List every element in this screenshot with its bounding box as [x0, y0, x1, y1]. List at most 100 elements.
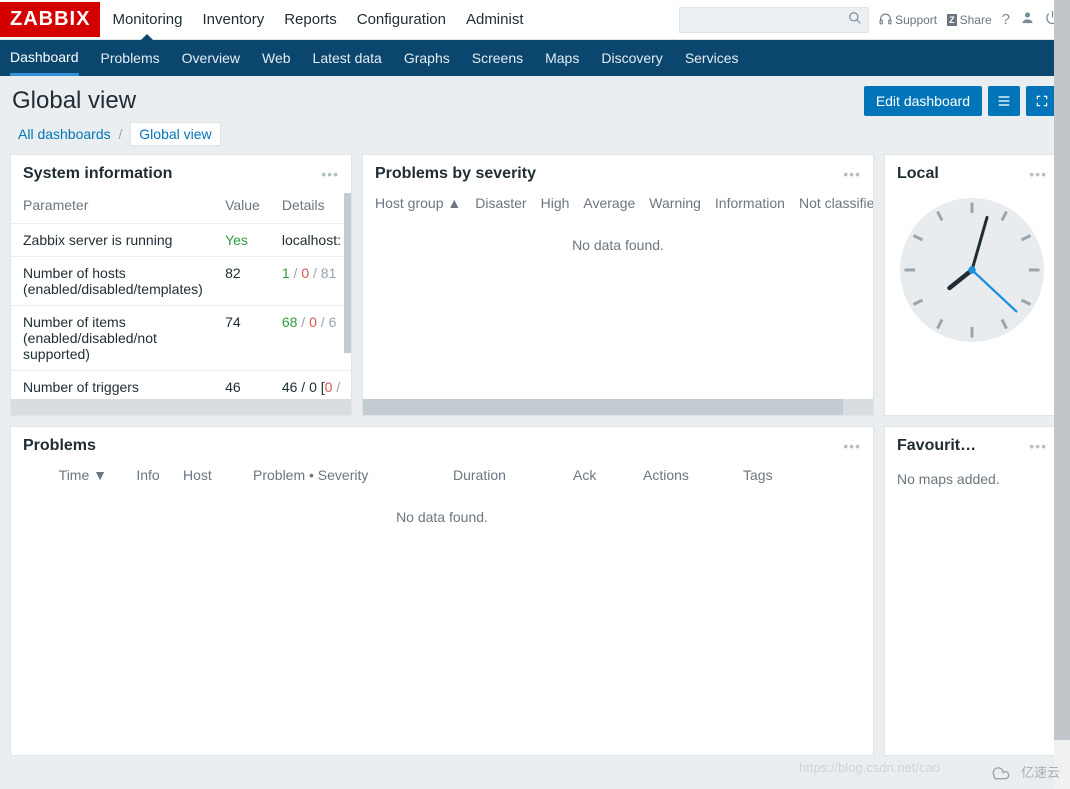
details-cell: localhost: [270, 224, 351, 257]
pcol-ack: Ack [573, 467, 643, 483]
clock [885, 191, 1059, 345]
sysinfo-title: System information [23, 165, 172, 183]
topnav-reports[interactable]: Reports [284, 0, 337, 39]
pbsev-hscroll-track[interactable] [363, 399, 873, 415]
details-cell: 68 / 0 / 6 [270, 306, 351, 371]
watermark: 亿速云 [987, 761, 1060, 781]
subnav-overview[interactable]: Overview [182, 40, 240, 76]
topnav: Monitoring Inventory Reports Configurati… [112, 0, 523, 39]
crumb-current[interactable]: Global view [130, 122, 220, 146]
problems-menu-icon[interactable]: ••• [843, 438, 861, 454]
problems-nodata: No data found. [11, 493, 873, 541]
pcol-problem-severity: Problem • Severity [253, 467, 453, 483]
search-input[interactable] [679, 7, 869, 33]
param-cell: Zabbix server is running [11, 224, 213, 257]
pbsev-title: Problems by severity [375, 165, 536, 183]
clock-icon [897, 195, 1047, 345]
search-icon [848, 11, 862, 29]
topbar: ZABBIX Monitoring Inventory Reports Conf… [0, 0, 1070, 40]
share-link[interactable]: Z Share [947, 13, 992, 27]
sysinfo-scrollbar[interactable] [344, 193, 351, 353]
pbsev-menu-icon[interactable]: ••• [843, 166, 861, 182]
sysinfo-hscroll-track[interactable] [11, 399, 351, 415]
fav-title: Favourit… [897, 437, 976, 455]
fav-menu-icon[interactable]: ••• [1029, 438, 1047, 454]
page-title: Global view [12, 87, 136, 115]
page-scrollbar-thumb[interactable] [1054, 0, 1070, 740]
param-cell: Number of hosts (enabled/disabled/templa… [11, 257, 213, 306]
subnav-discovery[interactable]: Discovery [601, 40, 662, 76]
topnav-administration[interactable]: Administ [466, 0, 524, 39]
watermark-url: https://blog.csdn.net/cao [799, 760, 940, 775]
pbsev-hscroll-thumb[interactable] [363, 399, 843, 415]
sysinfo-header-row: Parameter Value Details [11, 191, 351, 224]
edit-dashboard-button[interactable]: Edit dashboard [864, 86, 982, 116]
user-icon[interactable] [1020, 10, 1035, 29]
subnav-latestdata[interactable]: Latest data [313, 40, 382, 76]
pbsev-col-information: Information [715, 195, 785, 211]
widget-favourites: Favourit… ••• No maps added. [884, 426, 1060, 756]
pbsev-header-row: Host group ▲ Disaster High Average Warni… [363, 191, 873, 221]
crumb-sep: / [115, 126, 127, 142]
headset-icon [879, 13, 892, 26]
subnav-problems[interactable]: Problems [101, 40, 160, 76]
help-icon[interactable]: ? [1002, 11, 1010, 28]
pcol-time[interactable]: Time ▼ [23, 467, 113, 483]
subnav-services[interactable]: Services [685, 40, 739, 76]
support-link[interactable]: Support [879, 13, 937, 27]
pcol-info: Info [113, 467, 183, 483]
pbsev-nodata: No data found. [363, 221, 873, 269]
pbsev-col-notclassified: Not classifie [799, 195, 873, 211]
sysinfo-menu-icon[interactable]: ••• [321, 166, 339, 182]
widget-problems-severity: Problems by severity ••• Host group ▲ Di… [362, 154, 874, 416]
topbar-tools: Support Z Share ? [679, 7, 1060, 33]
subnav-maps[interactable]: Maps [545, 40, 579, 76]
table-row: Number of items (enabled/disabled/not su… [11, 306, 351, 371]
problems-title: Problems [23, 437, 96, 455]
sysinfo-table: Parameter Value Details Zabbix server is… [11, 191, 351, 403]
page-header: Global view Edit dashboard [0, 76, 1070, 120]
pcol-tags: Tags [743, 467, 803, 483]
topnav-inventory[interactable]: Inventory [203, 0, 265, 39]
table-row: Zabbix server is runningYeslocalhost: [11, 224, 351, 257]
breadcrumb: All dashboards / Global view [0, 120, 1070, 154]
pbsev-col-high: High [541, 195, 570, 211]
value-cell: 74 [213, 306, 270, 371]
sysinfo-h-param: Parameter [11, 191, 213, 224]
pcol-actions: Actions [643, 467, 743, 483]
pcol-duration: Duration [453, 467, 573, 483]
topnav-configuration[interactable]: Configuration [357, 0, 446, 39]
page-actions: Edit dashboard [864, 86, 1058, 116]
logo[interactable]: ZABBIX [0, 2, 100, 37]
local-menu-icon[interactable]: ••• [1029, 166, 1047, 182]
crumb-all-dashboards[interactable]: All dashboards [18, 126, 111, 142]
widget-problems: Problems ••• Time ▼ Info Host Problem • … [10, 426, 874, 756]
sysinfo-h-details: Details [270, 191, 351, 224]
dashboard-row2: Problems ••• Time ▼ Info Host Problem • … [0, 416, 1070, 766]
subnav-web[interactable]: Web [262, 40, 291, 76]
pbsev-col-warning: Warning [649, 195, 701, 211]
pbsev-col-hostgroup[interactable]: Host group ▲ [375, 195, 461, 211]
subnav: Dashboard Problems Overview Web Latest d… [0, 40, 1070, 76]
pbsev-col-average: Average [583, 195, 635, 211]
local-title: Local [897, 165, 939, 183]
list-button[interactable] [988, 86, 1020, 116]
widget-local-clock: Local ••• [884, 154, 1060, 416]
subnav-screens[interactable]: Screens [472, 40, 523, 76]
param-cell: Number of items (enabled/disabled/not su… [11, 306, 213, 371]
cloud-icon [987, 761, 1015, 781]
value-cell: 82 [213, 257, 270, 306]
fav-body: No maps added. [885, 463, 1059, 495]
dashboard-grid: System information ••• Parameter Value D… [0, 154, 1070, 416]
subnav-dashboard[interactable]: Dashboard [10, 40, 79, 76]
details-cell: 1 / 0 / 81 [270, 257, 351, 306]
widget-system-info: System information ••• Parameter Value D… [10, 154, 352, 416]
topnav-monitoring[interactable]: Monitoring [112, 0, 182, 39]
problems-header-row: Time ▼ Info Host Problem • Severity Dura… [11, 463, 873, 493]
subnav-graphs[interactable]: Graphs [404, 40, 450, 76]
sysinfo-h-value: Value [213, 191, 270, 224]
support-label: Support [895, 13, 937, 27]
pcol-host: Host [183, 467, 253, 483]
table-row: Number of hosts (enabled/disabled/templa… [11, 257, 351, 306]
pbsev-col-disaster: Disaster [475, 195, 526, 211]
